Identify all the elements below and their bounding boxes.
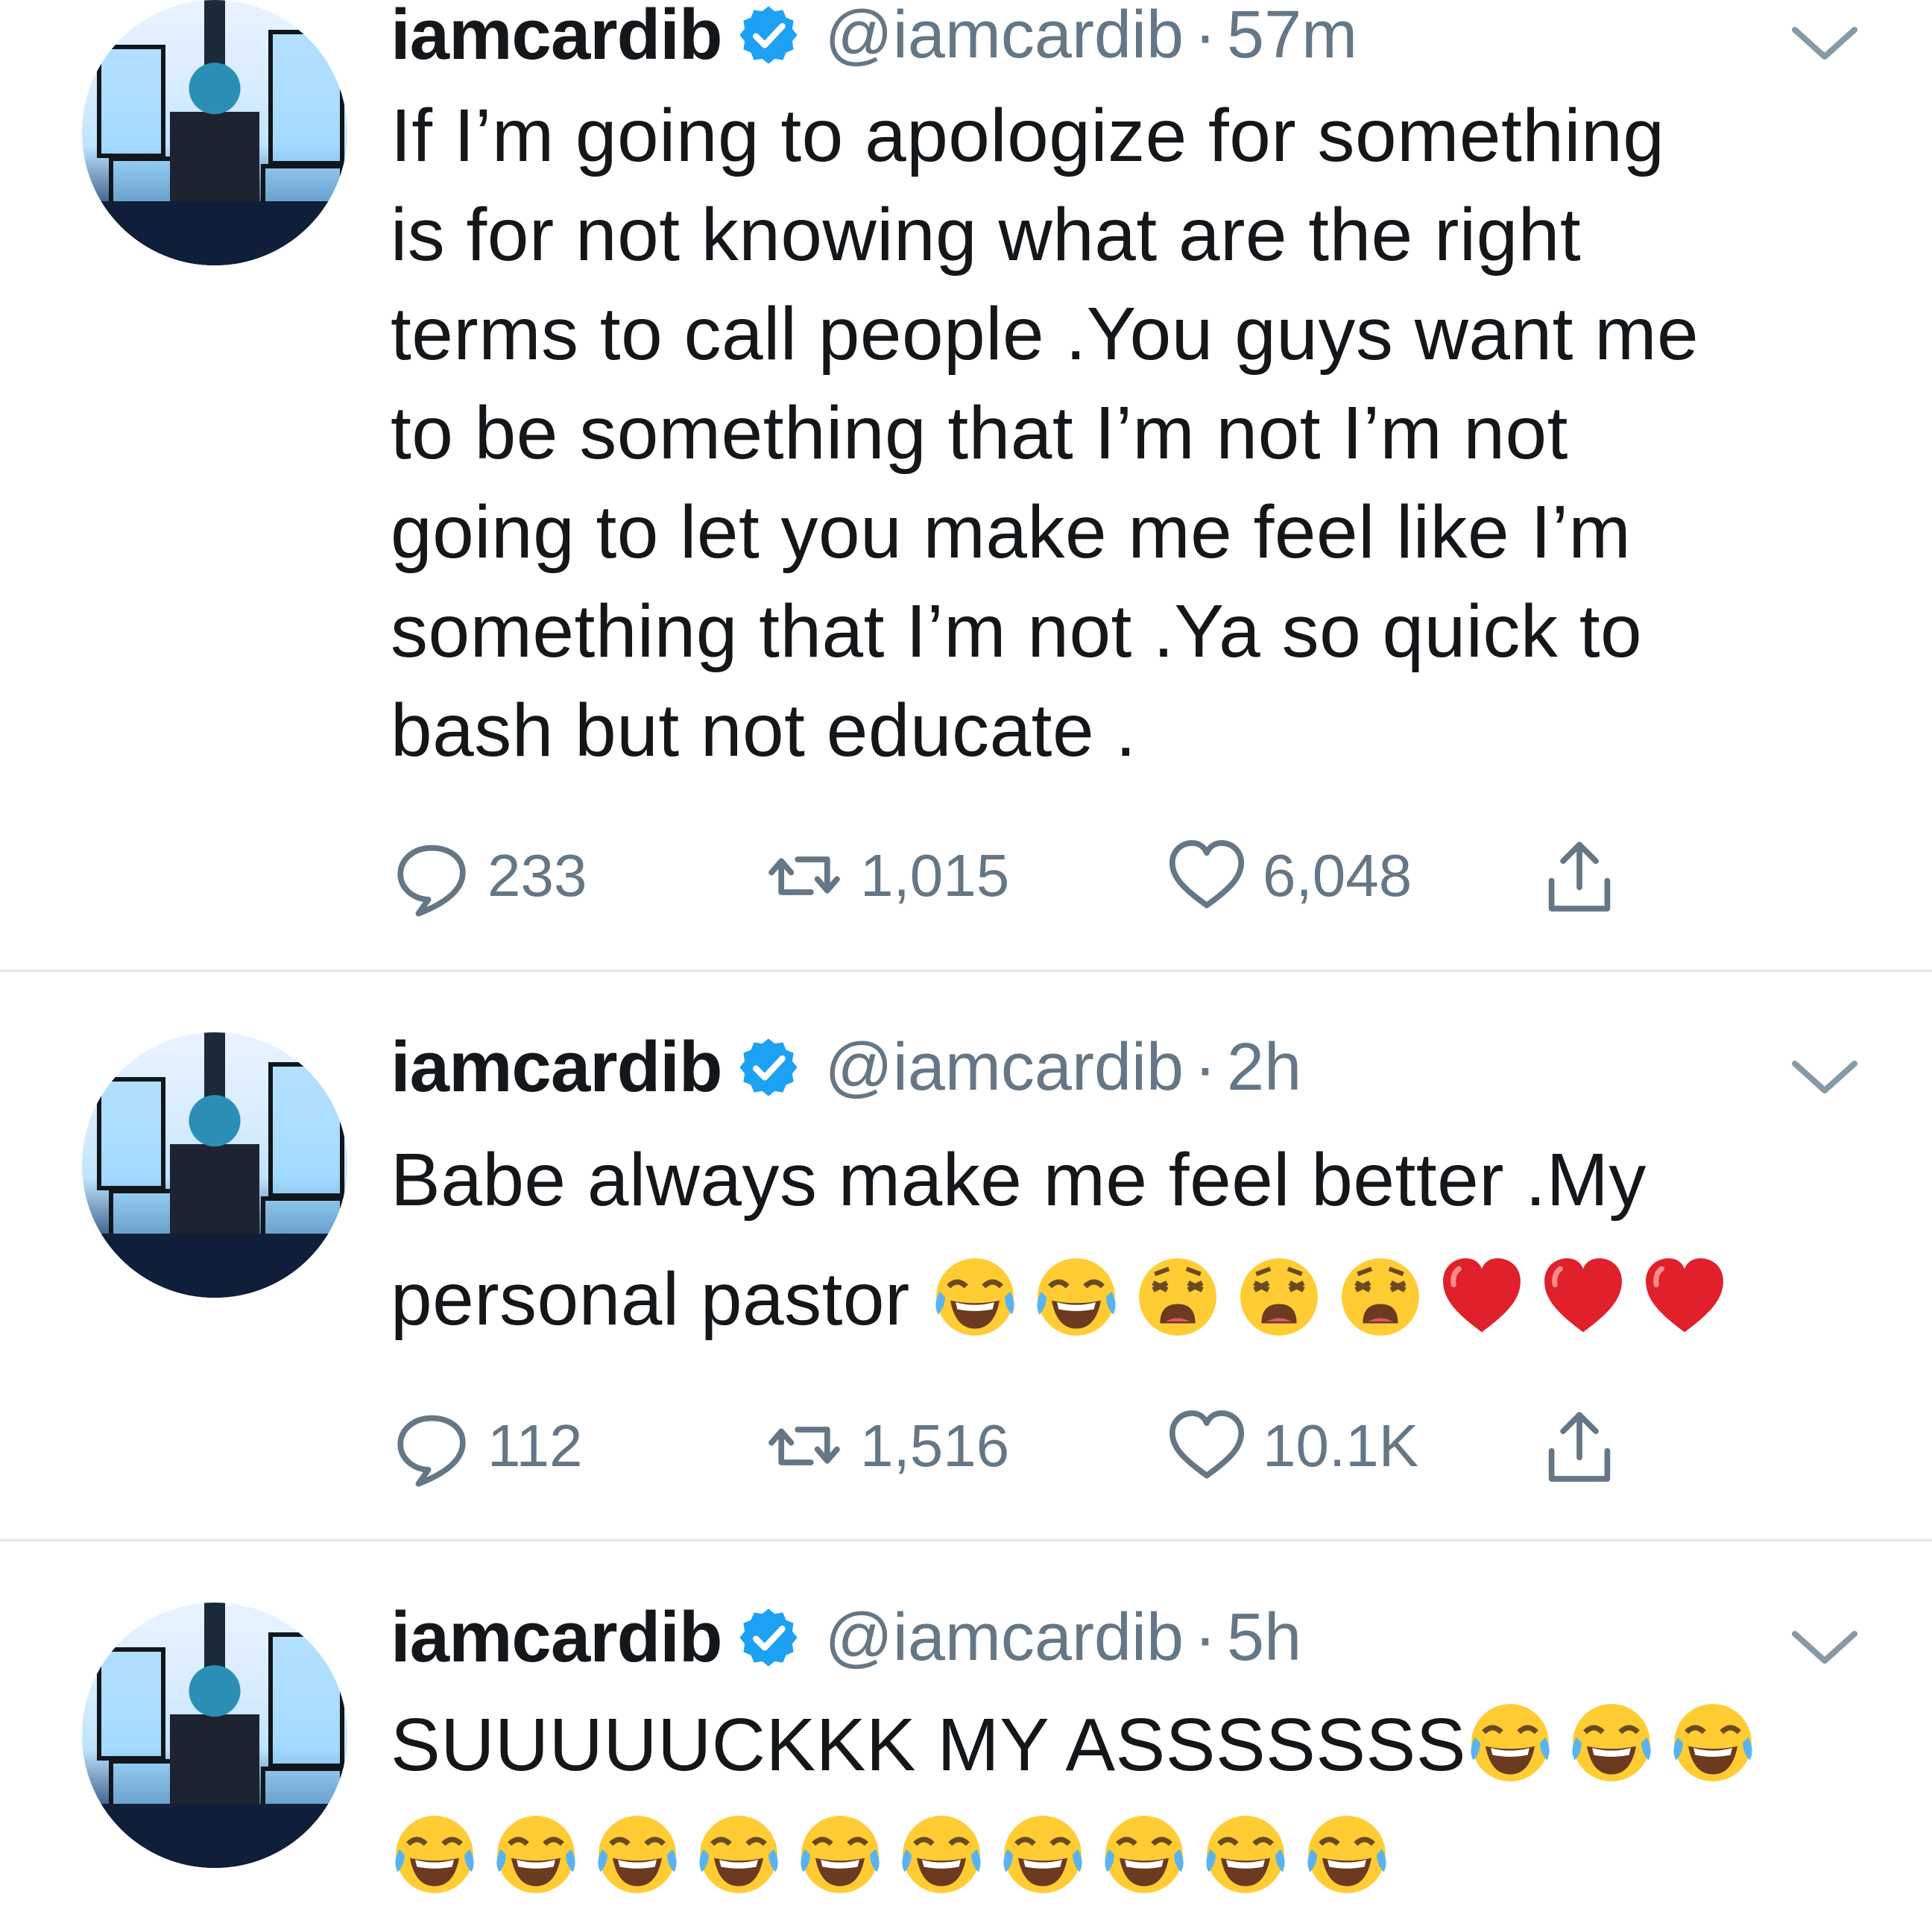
weary-emoji-icon	[1134, 1253, 1222, 1341]
retweet-count: 1,516	[860, 1412, 1010, 1479]
emoji-line	[391, 1801, 1852, 1913]
timestamp[interactable]: 57m	[1227, 0, 1357, 74]
joy-emoji-icon	[492, 1811, 580, 1898]
tweet-text-line: something that I’m not .Ya so quick to	[391, 590, 1643, 673]
share-button[interactable]	[1538, 1405, 1620, 1487]
tweet-text-line: If I’m going to apologize for something	[391, 94, 1665, 177]
handle[interactable]: @iamcardib	[825, 1029, 1184, 1106]
joy-emoji-icon	[593, 1811, 681, 1898]
display-name[interactable]: iamcardib	[391, 1597, 723, 1679]
tweet-text-line: Babe always make me feel better .My	[391, 1138, 1647, 1222]
weary-emoji-icon	[1336, 1253, 1424, 1341]
display-name[interactable]: iamcardib	[391, 1026, 723, 1108]
divider	[0, 970, 1932, 972]
tweet-text-line: going to let you make me feel like I’m	[391, 490, 1632, 574]
tweet-text-line: SUUUUUCKKK MY ASSSSSSS	[391, 1703, 1466, 1787]
reply-count: 112	[487, 1412, 583, 1479]
handle[interactable]: @iamcardib	[825, 1600, 1184, 1676]
red-heart-emoji-icon	[1539, 1253, 1627, 1341]
like-button[interactable]: 6,048	[1166, 835, 1412, 917]
joy-emoji-icon	[1100, 1811, 1188, 1898]
retweet-button[interactable]: 1,015	[763, 835, 1009, 917]
reply-icon	[397, 1415, 466, 1487]
joy-emoji-icon	[931, 1253, 1019, 1341]
tweet[interactable]: iamcardib @iamcardib · 2h Babe always ma…	[0, 1027, 1932, 1539]
joy-emoji-icon	[1669, 1699, 1757, 1787]
chevron-down-icon[interactable]	[1789, 21, 1860, 66]
joy-emoji-icon	[999, 1811, 1087, 1898]
tweet-text-line: is for not knowing what are the right	[391, 193, 1582, 277]
joy-emoji-icon	[1032, 1253, 1120, 1341]
weary-emoji-icon	[1235, 1253, 1323, 1341]
tweet[interactable]: iamcardib @iamcardib · 57m If I’m going …	[0, 0, 1932, 969]
tweet-header: iamcardib @iamcardib · 2h	[391, 1026, 1301, 1108]
retweet-count: 1,015	[860, 842, 1010, 909]
handle[interactable]: @iamcardib	[825, 0, 1184, 74]
avatar[interactable]	[82, 1603, 347, 1868]
heart-icon	[1169, 840, 1245, 909]
tweet[interactable]: iamcardib @iamcardib · 5h SUUUUUCKKK MY …	[0, 1597, 1932, 1932]
like-count: 10.1K	[1263, 1412, 1419, 1479]
share-icon	[1548, 842, 1611, 912]
reply-count: 233	[487, 842, 587, 909]
tweet-text-line: to be something that I’m not I’m not	[391, 391, 1568, 475]
share-icon	[1548, 1412, 1611, 1482]
like-count: 6,048	[1263, 842, 1412, 909]
tweet-header: iamcardib @iamcardib · 5h	[391, 1597, 1301, 1679]
verified-badge-icon	[739, 1038, 798, 1096]
tweet-text: Babe always make me feel better .My pers…	[391, 1120, 1852, 1359]
tweet-header: iamcardib @iamcardib · 57m	[391, 0, 1357, 76]
red-heart-emoji-icon	[1641, 1253, 1729, 1341]
timestamp[interactable]: 5h	[1227, 1600, 1301, 1676]
avatar[interactable]	[82, 0, 347, 265]
chevron-down-icon[interactable]	[1789, 1055, 1860, 1099]
separator-dot: ·	[1194, 1600, 1217, 1675]
tweet-text-line-with-emoji: personal pastor	[391, 1240, 1852, 1359]
joy-emoji-icon	[1466, 1699, 1554, 1787]
joy-emoji-icon	[897, 1811, 985, 1898]
reply-button[interactable]: 112	[391, 1405, 583, 1487]
joy-emoji-icon	[391, 1811, 479, 1898]
tweet-text: SUUUUUCKKK MY ASSSSSSS	[391, 1689, 1852, 1913]
divider	[0, 1539, 1932, 1541]
retweet-icon	[768, 856, 840, 895]
tweet-text-line: personal pastor	[391, 1257, 910, 1341]
joy-emoji-icon	[1202, 1811, 1289, 1898]
like-button[interactable]: 10.1K	[1166, 1405, 1418, 1487]
separator-dot: ·	[1194, 1029, 1217, 1105]
joy-emoji-icon	[1568, 1699, 1655, 1787]
timestamp[interactable]: 2h	[1227, 1029, 1301, 1106]
heart-icon	[1169, 1410, 1245, 1479]
reply-button[interactable]: 233	[391, 835, 587, 917]
display-name[interactable]: iamcardib	[391, 0, 723, 76]
verified-badge-icon	[739, 6, 798, 64]
avatar[interactable]	[82, 1032, 347, 1298]
retweet-icon	[768, 1427, 840, 1465]
joy-emoji-icon	[796, 1811, 884, 1898]
tweet-text: If I’m going to apologize for something …	[391, 86, 1852, 780]
joy-emoji-icon	[695, 1811, 783, 1898]
tweet-text-line: bash but not educate .	[391, 689, 1137, 772]
share-button[interactable]	[1538, 835, 1620, 917]
separator-dot: ·	[1194, 0, 1217, 72]
retweet-button[interactable]: 1,516	[763, 1405, 1009, 1487]
tweet-text-line-with-emoji: SUUUUUCKKK MY ASSSSSSS	[391, 1689, 1852, 1801]
red-heart-emoji-icon	[1438, 1253, 1526, 1341]
tweet-text-line: terms to call people .You guys want me	[391, 292, 1699, 376]
chevron-down-icon[interactable]	[1789, 1625, 1860, 1670]
verified-badge-icon	[739, 1609, 798, 1667]
joy-emoji-icon	[1303, 1811, 1391, 1898]
reply-icon	[397, 845, 466, 917]
